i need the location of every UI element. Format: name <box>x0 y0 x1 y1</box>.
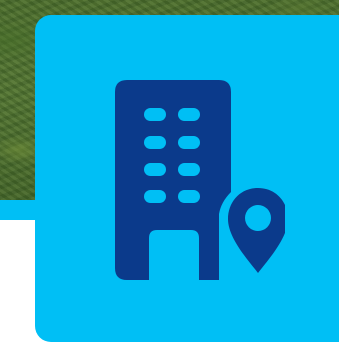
door <box>162 243 186 280</box>
building-location-icon <box>115 80 285 280</box>
location-pin-dot <box>245 205 271 231</box>
icon-card <box>0 0 339 342</box>
